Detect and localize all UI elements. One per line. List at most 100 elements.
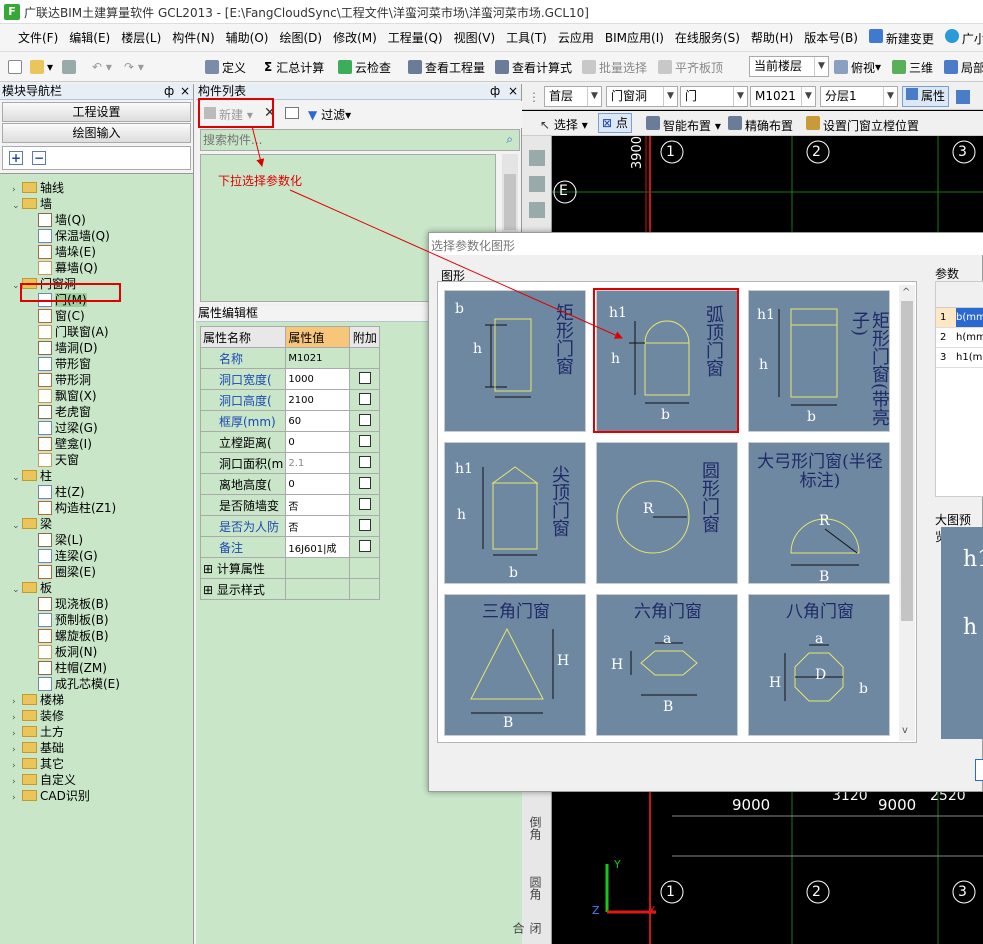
scroll-down-icon[interactable]: v <box>902 725 908 736</box>
tree-item[interactable]: 预制板(B) <box>38 612 109 628</box>
sum-calc-button[interactable]: Σ 汇总计算 <box>264 57 324 77</box>
tree-item[interactable]: 柱(Z) <box>38 484 85 500</box>
tree-item[interactable]: › 轴线 <box>12 180 64 196</box>
chamfer-tool[interactable]: 倒角 <box>528 816 544 840</box>
attach-checkbox[interactable] <box>358 413 371 426</box>
tree-item[interactable]: 板洞(N) <box>38 644 97 660</box>
property-row[interactable]: 洞口宽度(1000 <box>199 368 381 390</box>
tree-item[interactable]: 连梁(G) <box>38 548 98 564</box>
point-button[interactable]: ⊠ 点 <box>598 113 632 133</box>
scroll-up-icon[interactable]: ^ <box>902 287 910 298</box>
scroll-thumb[interactable] <box>504 174 516 230</box>
tree-item[interactable]: › 土方 <box>12 724 64 740</box>
tree-item[interactable]: 带形洞 <box>38 372 91 388</box>
view-qty-button[interactable]: 查看工程量 <box>408 57 485 77</box>
save-button[interactable] <box>62 57 79 77</box>
property-toggle-button[interactable]: 属性 <box>902 86 950 107</box>
attach-checkbox[interactable] <box>358 371 371 384</box>
tree-item[interactable]: 墙垛(E) <box>38 244 96 260</box>
param-row[interactable]: 1 b(mm <box>936 308 983 328</box>
component-panel-icon[interactable] <box>956 90 970 104</box>
attach-checkbox[interactable] <box>358 476 371 489</box>
tree-item[interactable]: › CAD识别 <box>12 788 90 804</box>
property-row[interactable]: 是否随墙变否 <box>199 494 381 516</box>
menu-cloud[interactable]: 云应用 <box>558 29 594 46</box>
property-row[interactable]: ⊞ 计算属性 <box>199 557 381 579</box>
flat-roof-button[interactable]: 平齐板顶 <box>658 57 723 77</box>
property-row[interactable]: 备注 16J601|成 <box>199 536 381 558</box>
shape-option[interactable]: 大弓形门窗(半径标注) R B <box>748 442 890 584</box>
menu-view[interactable]: 视图(V) <box>454 29 496 46</box>
tree-item[interactable]: 现浇板(B) <box>38 596 109 612</box>
search-icon[interactable]: ⌕ <box>506 132 513 147</box>
view-formula-button[interactable]: 查看计算式 <box>495 57 572 77</box>
project-settings-button[interactable]: 工程设置 <box>2 102 191 122</box>
tree-item[interactable]: 螺旋板(B) <box>38 628 109 644</box>
tree-item[interactable]: 成孔芯模(E) <box>38 676 120 692</box>
partial-button[interactable]: 局部 <box>944 57 983 77</box>
menu-new-change[interactable]: 新建变更 <box>868 28 934 47</box>
tree-item[interactable]: ⌄ 墙 <box>12 196 52 212</box>
category-select[interactable]: 门窗洞 ▼ <box>606 86 678 107</box>
define-button[interactable]: 定义 <box>205 57 246 77</box>
fillet-tool[interactable]: 圆角 <box>528 876 544 900</box>
property-value[interactable]: 0 <box>285 431 351 453</box>
attach-checkbox[interactable] <box>358 497 371 510</box>
tree-item[interactable]: 柱帽(ZM) <box>38 660 107 676</box>
shape-option[interactable]: 三角门窗 H B <box>444 594 586 736</box>
tree-item[interactable]: 带形窗 <box>38 356 91 372</box>
new-file-button[interactable] <box>8 57 25 77</box>
tree-item[interactable]: 幕墙(Q) <box>38 260 98 276</box>
tree-item[interactable]: 老虎窗 <box>38 404 91 420</box>
menu-tools[interactable]: 工具(T) <box>506 29 547 46</box>
menu-help[interactable]: 帮助(H) <box>751 29 793 46</box>
tree-item[interactable]: ⌄ 板 <box>12 580 52 596</box>
property-row[interactable]: 是否为人防否 <box>199 515 381 537</box>
select-button[interactable]: ↖ 选择 ▾ <box>540 116 588 133</box>
property-value[interactable]: 2.1 <box>285 452 351 474</box>
property-value[interactable]: 否 <box>285 494 351 516</box>
draw-input-button[interactable]: 绘图输入 <box>2 123 191 143</box>
shape-option[interactable]: 矩形门窗(带亮子) h1 h b <box>748 290 890 432</box>
property-row[interactable]: 洞口面积(m 2.1 <box>199 452 381 474</box>
shape-option[interactable]: 圆形门窗 R <box>596 442 738 584</box>
cloud-check-button[interactable]: 云检查 <box>338 57 391 77</box>
brush-tool-icon[interactable] <box>529 150 545 166</box>
chevron-down-icon[interactable]: ⌄ <box>12 198 22 214</box>
close-icon[interactable]: × <box>508 84 518 99</box>
mirror-tool-icon[interactable] <box>529 202 545 218</box>
collapse-all-button[interactable]: − <box>32 151 46 165</box>
property-row[interactable]: ⊞ 显示样式 <box>199 578 381 600</box>
close-icon[interactable]: × <box>180 84 190 99</box>
menu-online[interactable]: 在线服务(S) <box>675 29 740 46</box>
pin-icon[interactable]: ф <box>164 84 174 99</box>
property-row[interactable]: 立樘距离(0 <box>199 431 381 453</box>
tree-item[interactable]: › 基础 <box>12 740 64 756</box>
expand-all-button[interactable]: + <box>9 151 23 165</box>
floor-scope-select[interactable]: 当前楼层 ▼ <box>749 56 829 77</box>
menu-modify[interactable]: 修改(M) <box>333 29 377 46</box>
tree-item[interactable]: › 楼梯 <box>12 692 64 708</box>
menu-file[interactable]: 文件(F) <box>18 29 58 46</box>
property-row[interactable]: 框厚(mm) 60 <box>199 410 381 432</box>
shape-option[interactable]: 八角门窗 a H Db <box>748 594 890 736</box>
tree-item[interactable]: › 装修 <box>12 708 64 724</box>
tree-item[interactable]: ⌄ 梁 <box>12 516 52 532</box>
attach-checkbox[interactable] <box>358 455 371 468</box>
attach-checkbox[interactable] <box>358 434 371 447</box>
three-d-button[interactable]: 三维 <box>892 57 933 77</box>
tree-item[interactable]: 飘窗(X) <box>38 388 97 404</box>
attach-checkbox[interactable] <box>358 539 371 552</box>
component-select[interactable]: M1021 ▼ <box>750 86 816 107</box>
param-row[interactable]: 2 h(mm <box>936 328 983 348</box>
link-tool-icon[interactable] <box>529 176 545 192</box>
property-value[interactable]: 1000 <box>285 368 351 390</box>
chevron-down-icon[interactable]: ⌄ <box>12 518 22 534</box>
property-value[interactable]: 否 <box>285 515 351 537</box>
close-shape-tool[interactable]: 闭合 <box>511 922 544 944</box>
floor-select[interactable]: 首层 ▼ <box>544 86 602 107</box>
chevron-down-icon[interactable]: ⌄ <box>12 582 22 598</box>
undo-button[interactable]: ↶ ▾ <box>92 57 112 77</box>
menu-component[interactable]: 构件(N) <box>172 29 214 46</box>
tree-item[interactable]: 梁(L) <box>38 532 83 548</box>
